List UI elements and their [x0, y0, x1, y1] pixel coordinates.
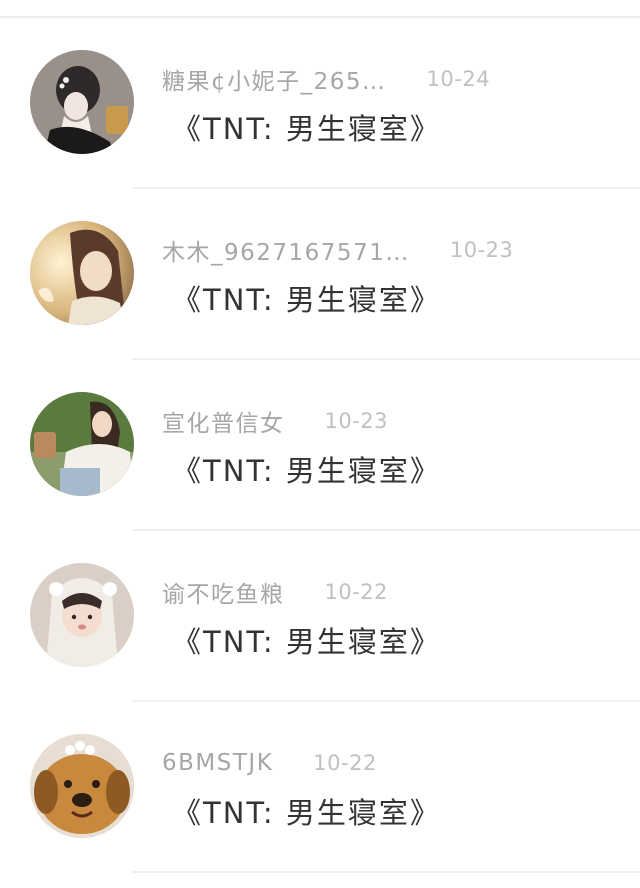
- comment-list: 糖果¢小妮子_265… 10-24 《TNT: 男生寝室》 木木_9627167…: [0, 18, 640, 873]
- comment-date: 10-24: [426, 67, 491, 91]
- woman-in-warm-light-avatar-icon[interactable]: [30, 221, 134, 325]
- comment-date: 10-23: [324, 409, 389, 433]
- comment-text: 《TNT: 男生寝室》: [172, 283, 441, 317]
- list-item[interactable]: 木木_9627167571… 10-23 《TNT: 男生寝室》: [0, 189, 640, 360]
- comment-meta: 宣化普信女 10-23: [162, 404, 388, 438]
- comment-date: 10-22: [313, 751, 377, 775]
- comment-text: 《TNT: 男生寝室》: [172, 796, 441, 830]
- username[interactable]: 木木_9627167571…: [162, 233, 410, 267]
- woman-with-hair-clip-avatar-icon[interactable]: [30, 50, 134, 154]
- username[interactable]: 宣化普信女: [162, 404, 285, 438]
- comment-text: 《TNT: 男生寝室》: [172, 625, 441, 659]
- username[interactable]: 6BMSTJK: [162, 750, 273, 776]
- row-divider: [132, 871, 640, 873]
- comment-text: 《TNT: 男生寝室》: [172, 112, 441, 146]
- username[interactable]: 谕不吃鱼粮: [162, 575, 285, 609]
- comment-date: 10-22: [324, 580, 389, 604]
- list-item[interactable]: 谕不吃鱼粮 10-22 《TNT: 男生寝室》: [0, 531, 640, 702]
- comment-meta: 6BMSTJK 10-22: [162, 746, 377, 780]
- woman-sitting-outdoors-avatar-icon[interactable]: [30, 392, 134, 496]
- comment-date: 10-23: [449, 238, 514, 262]
- comment-text: 《TNT: 男生寝室》: [172, 454, 441, 488]
- list-item[interactable]: 宣化普信女 10-23 《TNT: 男生寝室》: [0, 360, 640, 531]
- username[interactable]: 糖果¢小妮子_265…: [162, 62, 387, 96]
- comment-meta: 谕不吃鱼粮 10-22: [162, 575, 388, 609]
- dog-face-avatar-icon[interactable]: [30, 734, 134, 838]
- child-in-hood-avatar-icon[interactable]: [30, 563, 134, 667]
- comment-meta: 木木_9627167571… 10-23: [162, 233, 513, 267]
- comment-meta: 糖果¢小妮子_265… 10-24: [162, 62, 490, 96]
- list-item[interactable]: 糖果¢小妮子_265… 10-24 《TNT: 男生寝室》: [0, 18, 640, 189]
- list-item[interactable]: 6BMSTJK 10-22 《TNT: 男生寝室》: [0, 702, 640, 873]
